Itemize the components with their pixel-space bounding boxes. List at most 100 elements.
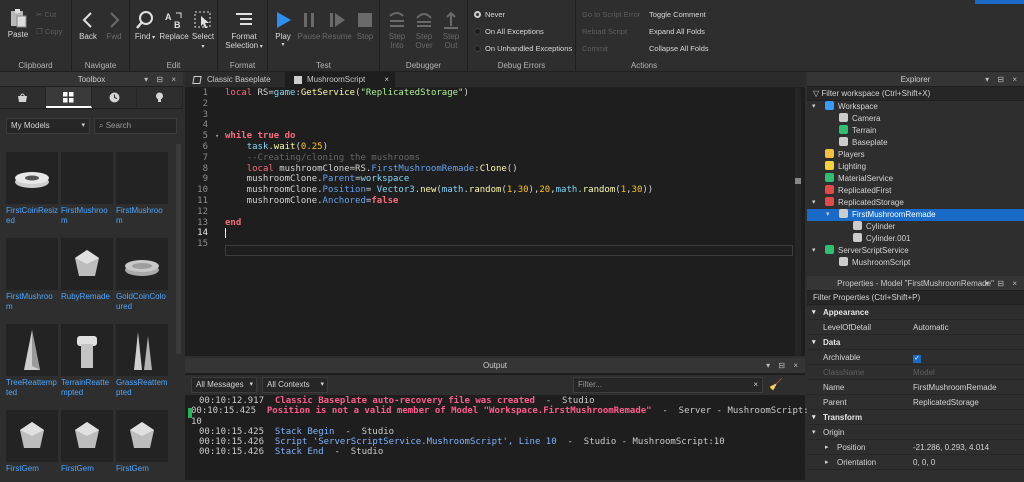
panel-controls[interactable]: ▾ ⊟ × [985,72,1020,87]
properties-filter-input[interactable]: Filter Properties (Ctrl+Shift+P) [807,291,1024,305]
script-icon [839,257,848,266]
toolbox-item[interactable]: GoldCoinColoured [116,238,168,311]
close-icon[interactable]: × [753,378,758,392]
fold-marker-icon[interactable]: ▾ [215,132,219,140]
tab-creations[interactable] [137,87,183,108]
replace-button[interactable]: AB Replace [159,10,189,41]
toggle-comment-button[interactable]: Toggle Comment [649,10,706,19]
tab-mushroom-script[interactable]: MushroomScript × [285,72,395,88]
mesh-part-icon [853,233,862,242]
prop-name[interactable]: Name FirstMushroomRemade [807,380,1024,395]
section-data[interactable]: ▾ Data [807,335,1024,350]
tab-recent[interactable] [91,87,138,108]
toolbox-item[interactable]: FirstMushroom [61,152,113,225]
stop-button[interactable]: Stop [352,10,378,41]
explorer-item[interactable]: ReplicatedFirst [807,185,1024,197]
reload-script-button[interactable]: Reload Script [582,27,627,36]
section-transform[interactable]: ▾ Transform [807,410,1024,425]
navigate-group: Back Fwd Navigate [72,0,130,72]
select-button[interactable]: Select ▾ [190,10,216,50]
explorer-item[interactable]: Baseplate [807,137,1024,149]
close-icon[interactable]: × [384,72,389,88]
panel-controls[interactable]: ▾ ⊟ × [144,72,179,87]
cut-button[interactable]: ✂ Cut [36,10,56,19]
format-lines-icon [234,10,254,30]
code-area[interactable]: 1 2 3 4 5 6 7 8 9 10 11 12 13 14 15 ▾ local RS=game:Ge… [185,88,805,356]
category-dropdown[interactable]: My Models ▾ [6,118,90,134]
go-to-script-error-button[interactable]: Go to Script Error [582,10,640,19]
explorer-item[interactable]: ▾ FirstMushroomRemade [807,209,1024,221]
code-line [225,228,791,239]
script-icon [294,76,302,84]
find-button[interactable]: Find ▾ [132,10,158,41]
explorer-item[interactable]: Cylinder.001 [807,233,1024,245]
line-number: 14 [197,228,208,239]
pause-button[interactable]: Pause [296,10,322,41]
explorer-item[interactable]: Lighting [807,161,1024,173]
toolbox-scrollbar[interactable] [176,144,181,354]
model-thumbnail [6,152,58,204]
paste-button[interactable]: Paste [4,8,32,39]
section-appearance[interactable]: ▾ Appearance [807,305,1024,320]
toolbox-item[interactable]: FirstMushroom [116,152,168,225]
step-into-button[interactable]: Step Into [384,10,410,50]
forward-button[interactable]: Fwd [102,10,126,41]
never-radio[interactable]: Never [474,10,505,19]
all-exceptions-radio[interactable]: On All Exceptions [474,27,544,36]
prop-archivable[interactable]: Archivable ✓ [807,350,1024,365]
explorer-item[interactable]: ▾ ServerScriptService [807,245,1024,257]
tab-marketplace[interactable] [0,87,46,108]
toolbox-search-input[interactable]: ⌕ Search [94,118,177,134]
output-filter-input[interactable]: Filter... × [573,377,763,393]
explorer-item[interactable]: Terrain [807,125,1024,137]
copy-button[interactable]: ❐ Copy [36,27,62,36]
tab-inventory[interactable] [45,87,92,108]
explorer-item[interactable]: ▾ ReplicatedStorage [807,197,1024,209]
toolbox-item[interactable]: GrassReattempted [116,324,168,397]
explorer-item[interactable]: MushroomScript [807,257,1024,269]
resume-button[interactable]: Resume [322,10,352,41]
unhandled-exceptions-radio[interactable]: On Unhandled Exceptions [474,44,572,53]
prop-origin[interactable]: ▾ Origin [807,425,1024,440]
checkbox-checked-icon[interactable]: ✓ [913,355,921,363]
step-over-button[interactable]: Step Over [411,10,437,50]
panel-controls[interactable]: ▾ ⊟ × [985,276,1020,291]
toolbox-item[interactable]: RubyRemade [61,238,113,310]
toolbox-item[interactable]: TreeReattempted [6,324,58,397]
explorer-filter-input[interactable]: ▽ Filter workspace (Ctrl+Shift+X) [807,87,1024,101]
contexts-filter-dropdown[interactable]: All Contexts ▾ [262,377,328,393]
tab-classic-baseplate[interactable]: Classic Baseplate [185,72,285,88]
prop-position[interactable]: ▸ Position -21.286, 0.293, 4.014 [807,440,1024,455]
toolbox-item[interactable]: FirstGem [6,410,58,482]
explorer-item[interactable]: Camera [807,113,1024,125]
collapse-all-folds-button[interactable]: Collapse All Folds [649,44,709,53]
play-button[interactable]: Play ▾ [270,10,296,48]
prop-parent[interactable]: Parent ReplicatedStorage [807,395,1024,410]
step-out-button[interactable]: Step Out [438,10,464,50]
clear-output-broom-icon[interactable]: 🧹 [769,378,783,392]
explorer-item[interactable]: Cylinder [807,221,1024,233]
format-selection-button[interactable]: Format Selection ▾ [222,10,266,50]
messages-filter-dropdown[interactable]: All Messages ▾ [191,377,257,393]
editor-scrollbar-thumb[interactable] [795,178,801,184]
toolbox-item[interactable]: FirstGem [61,410,113,482]
expand-all-folds-button[interactable]: Expand All Folds [649,27,705,36]
chevron-down-icon[interactable]: ▾ [812,101,816,113]
toolbox-item[interactable]: FirstGem [116,410,168,482]
panel-controls[interactable]: ▾ ⊟ × [766,358,801,373]
explorer-item[interactable]: MaterialService [807,173,1024,185]
chevron-down-icon[interactable]: ▾ [812,245,816,257]
back-button[interactable]: Back [76,10,100,41]
prop-orientation[interactable]: ▸ Orientation 0, 0, 0 [807,455,1024,470]
prop-level-of-detail[interactable]: LevelOfDetail Automatic [807,320,1024,335]
chevron-down-icon[interactable]: ▾ [826,209,830,221]
chevron-down-icon: ▾ [812,309,816,316]
toolbox-item[interactable]: FirstCoinResized [6,152,58,225]
chevron-down-icon[interactable]: ▾ [812,197,816,209]
step-into-icon [387,10,407,30]
toolbox-item[interactable]: TerrainReattempted [61,324,113,397]
commit-button[interactable]: Commit [582,44,608,53]
toolbox-item[interactable]: FirstMushroom [6,238,58,311]
explorer-item[interactable]: Players [807,149,1024,161]
explorer-item[interactable]: ▾ Workspace [807,101,1024,113]
